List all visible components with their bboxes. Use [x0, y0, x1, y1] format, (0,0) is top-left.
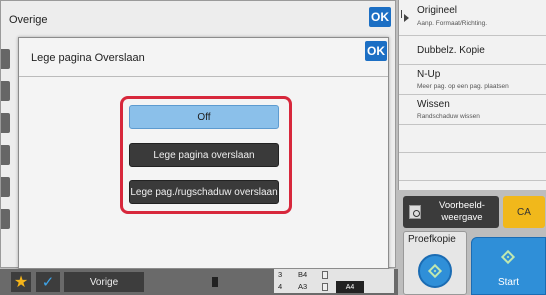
tray-level-icon — [322, 283, 328, 291]
option-off-button[interactable]: Off — [129, 105, 279, 129]
vorige-button[interactable]: Vorige — [64, 272, 144, 292]
option-skip-blank-and-shadow-button[interactable]: Lege pag./rugschaduw overslaan — [129, 180, 279, 204]
screen: Overige OK Lege pagina Overslaan OK Off … — [0, 0, 546, 295]
expand-bar-icon — [401, 10, 402, 18]
menu-item-empty — [399, 153, 546, 181]
menu-item-title: Origineel — [417, 5, 458, 16]
expand-arrow-icon — [404, 14, 409, 22]
preview-icon — [409, 205, 421, 219]
right-menu: Origineel Aanp. Formaat/Richting. Dubbel… — [398, 0, 546, 190]
paper-tray-status: 3 B4 4 A3 A4 — [212, 269, 398, 295]
tray-number: 4 — [278, 282, 283, 291]
menu-item-dubbelz-kopie[interactable]: Dubbelz. Kopie — [399, 36, 546, 65]
tray-size: B4 — [298, 270, 308, 279]
start-diamond-icon — [427, 263, 443, 279]
start-diamond-icon — [500, 249, 516, 265]
menu-item-title: Wissen — [417, 99, 450, 110]
favorite-star-icon[interactable]: ★ — [11, 272, 31, 292]
menu-item-title: N-Up — [417, 69, 441, 80]
start-button[interactable]: Start — [471, 237, 546, 295]
left-tab[interactable] — [1, 49, 10, 69]
menu-item-subtitle: Randschaduw wissen — [417, 113, 480, 120]
dialog-title: Lege pagina Overslaan — [31, 52, 145, 64]
preview-button[interactable]: Voorbeeld- weergave — [403, 196, 499, 228]
preview-label: Voorbeeld- weergave — [427, 200, 497, 224]
active-paper-size: A4 — [336, 281, 364, 293]
tray-row: 4 A3 — [274, 281, 394, 293]
option-skip-blank-page-button[interactable]: Lege pagina overslaan — [129, 143, 279, 167]
overige-ok-button[interactable]: OK — [369, 7, 391, 27]
left-tab[interactable] — [1, 113, 10, 133]
tray-level-icon — [322, 271, 328, 279]
proof-copy-label: Proefkopie — [408, 234, 456, 245]
checkmark-icon[interactable]: ✓ — [36, 272, 60, 292]
left-tab[interactable] — [1, 145, 10, 165]
preview-label-line: weergave — [441, 212, 483, 223]
tray-row: 3 B4 — [274, 269, 394, 281]
menu-item-subtitle: Meer pag. op een pag. plaatsen — [417, 83, 509, 90]
left-tab-strip — [1, 39, 11, 269]
menu-item-origineel[interactable]: Origineel Aanp. Formaat/Richting. — [399, 0, 546, 36]
blank-page-skip-dialog: Lege pagina Overslaan OK Off Lege pagina… — [18, 37, 389, 269]
menu-item-n-up[interactable]: N-Up Meer pag. op een pag. plaatsen — [399, 65, 546, 95]
tray-icon — [212, 277, 218, 287]
overige-title: Overige — [9, 14, 48, 26]
tray-number: 3 — [278, 270, 283, 279]
dialog-ok-button[interactable]: OK — [365, 41, 387, 61]
menu-item-wissen[interactable]: Wissen Randschaduw wissen — [399, 95, 546, 125]
start-label: Start — [497, 277, 520, 288]
dialog-divider — [19, 76, 388, 77]
tray-size: A3 — [298, 282, 308, 291]
left-tab[interactable] — [1, 177, 10, 197]
preview-label-line: Voorbeeld- — [439, 200, 485, 211]
menu-item-subtitle: Aanp. Formaat/Richting. — [417, 20, 488, 27]
menu-item-title: Dubbelz. Kopie — [417, 45, 485, 56]
menu-item-empty — [399, 125, 546, 153]
left-tab[interactable] — [1, 209, 10, 229]
proof-copy-button[interactable] — [418, 254, 452, 288]
ca-button[interactable]: CA — [503, 196, 545, 228]
left-tab[interactable] — [1, 81, 10, 101]
proof-copy-panel[interactable]: Proefkopie — [403, 231, 467, 295]
